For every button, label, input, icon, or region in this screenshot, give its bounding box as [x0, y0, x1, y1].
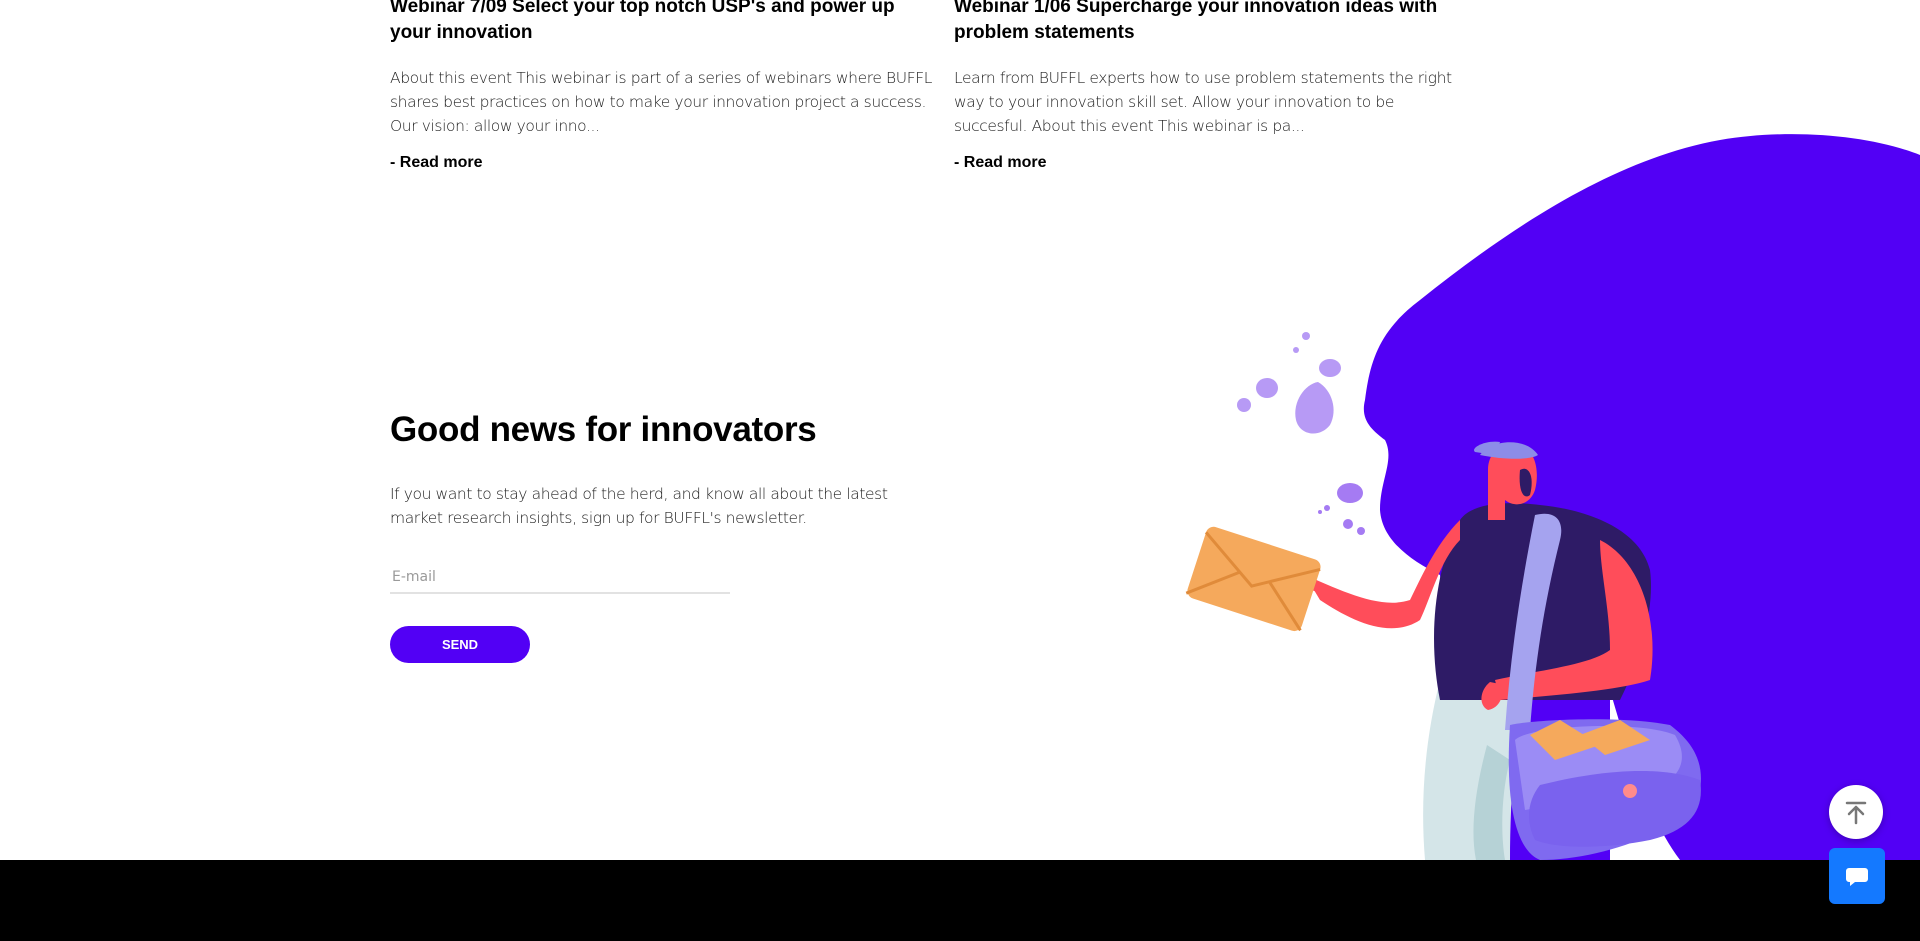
email-field[interactable]	[390, 562, 730, 594]
scroll-to-top-button[interactable]	[1829, 785, 1883, 839]
webinar-card: Webinar 1/06 Supercharge your innovation…	[954, 0, 1454, 172]
webinar-card: Webinar 7/09 Select your top notch USP's…	[390, 0, 940, 172]
newsletter-heading: Good news for innovators	[390, 410, 817, 449]
newsletter-description: If you want to stay ahead of the herd, a…	[390, 485, 888, 527]
read-more-link[interactable]: - Read more	[390, 154, 482, 172]
footer	[0, 860, 1920, 941]
chat-bubble-icon	[1846, 868, 1868, 886]
read-more-link[interactable]: - Read more	[954, 154, 1046, 172]
arrow-up-to-top-icon	[1845, 801, 1867, 825]
webinar-excerpt: About this event This webinar is part of…	[390, 69, 932, 135]
webinar-excerpt: Learn from BUFFL experts how to use prob…	[954, 69, 1452, 135]
webinar-title[interactable]: Webinar 7/09 Select your top notch USP's…	[390, 0, 940, 46]
chat-button[interactable]	[1829, 848, 1885, 904]
newsletter-section: Good news for innovators If you want to …	[390, 410, 910, 663]
webinar-title[interactable]: Webinar 1/06 Supercharge your innovation…	[954, 0, 1454, 46]
send-button[interactable]: SEND	[390, 626, 530, 663]
